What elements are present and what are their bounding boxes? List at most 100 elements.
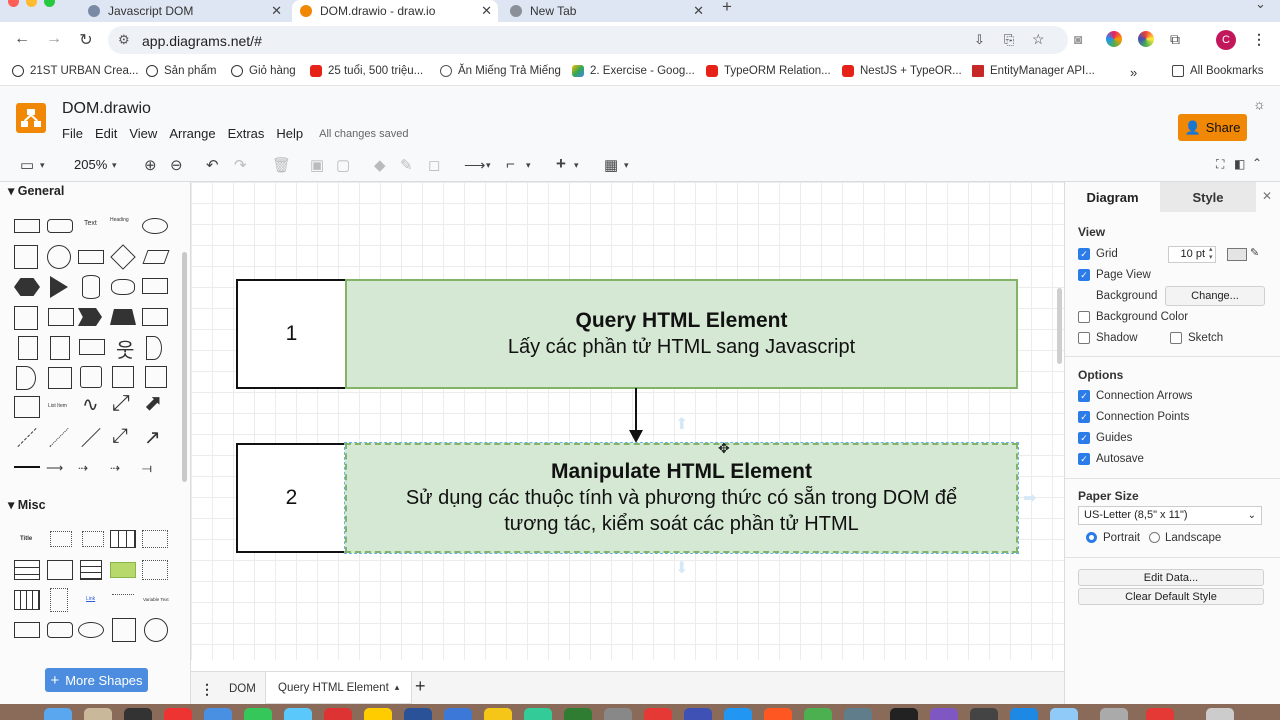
dotted-list-shape[interactable] (50, 588, 68, 612)
app-dock-icon[interactable] (524, 708, 552, 720)
grid-color-swatch[interactable] (1227, 248, 1247, 261)
browser-tab-new-tab[interactable]: New Tab ✕ (510, 0, 710, 22)
bookmark-item[interactable]: Ăn Miếng Trả Miếng (440, 65, 561, 77)
extension-color-icon[interactable] (1106, 31, 1122, 47)
shadow-option[interactable]: Shadow (1078, 332, 1138, 344)
dotted-line-shape[interactable] (49, 427, 69, 448)
table-shape[interactable] (110, 530, 136, 548)
link-text-shape[interactable]: Link (86, 596, 95, 602)
app-dock-icon[interactable] (404, 708, 432, 720)
connector-dashed-shape[interactable]: ⇢ (110, 461, 120, 475)
step-2-number-box[interactable]: 2 (236, 443, 347, 553)
matrix-shape[interactable] (80, 560, 102, 580)
chrome-dock-icon[interactable] (124, 708, 152, 720)
parallelogram-shape[interactable] (142, 250, 170, 264)
trash-dock-icon[interactable] (1206, 708, 1234, 720)
zoom-in-icon[interactable]: ⊕ (144, 156, 157, 174)
zoom-level[interactable]: 205% (74, 157, 107, 172)
format-panel-toggle-icon[interactable]: ▭ (20, 156, 34, 174)
edit-color-icon[interactable]: ✎ (1250, 246, 1259, 259)
app-dock-icon[interactable] (284, 708, 312, 720)
messages-dock-icon[interactable] (244, 708, 272, 720)
chevron-down-icon[interactable]: ▾ (574, 160, 579, 171)
forward-icon[interactable]: → (44, 30, 64, 48)
document-title[interactable]: DOM.drawio (62, 100, 151, 118)
list-item-shape[interactable]: List Item (48, 403, 67, 409)
title-shape[interactable]: Title (20, 536, 32, 542)
triangle-shape[interactable] (50, 276, 68, 298)
redo-icon[interactable]: ↷ (234, 156, 247, 174)
menu-edit[interactable]: Edit (95, 126, 117, 141)
zoom-window-icon[interactable] (44, 0, 55, 7)
autosave-checkbox[interactable]: ✓ (1078, 453, 1090, 465)
launchpad-dock-icon[interactable] (84, 708, 112, 720)
app-dock-icon[interactable] (970, 708, 998, 720)
canvas-vertical-scrollbar[interactable] (1057, 288, 1062, 364)
app-dock-icon[interactable] (764, 708, 792, 720)
connector-diamond-shape[interactable]: ⟞ (142, 461, 152, 476)
shadow-checkbox[interactable] (1078, 332, 1090, 344)
to-back-icon[interactable]: ▢ (336, 156, 350, 174)
terminal-dock-icon[interactable] (890, 708, 918, 720)
chevron-down-icon[interactable]: ▾ (624, 160, 629, 171)
connector-label-shape[interactable]: ⇢ (78, 461, 88, 475)
more-shapes-button[interactable]: + More Shapes (45, 668, 148, 692)
data-storage-shape[interactable] (48, 367, 72, 389)
change-background-button[interactable]: Change... (1165, 286, 1265, 306)
portrait-radio[interactable] (1086, 532, 1097, 543)
columns-shape[interactable] (14, 590, 40, 610)
frame-shape[interactable] (145, 366, 167, 388)
step-1-number-box[interactable]: 1 (236, 279, 347, 389)
app-dock-icon[interactable] (444, 708, 472, 720)
connector-arrow-shape[interactable]: ⟶ (46, 461, 63, 475)
connection-points-option[interactable]: ✓ Connection Points (1078, 411, 1189, 423)
rectangle-misc-shape[interactable] (14, 622, 40, 638)
menu-arrange[interactable]: Arrange (169, 126, 215, 141)
chevron-down-icon[interactable]: ▾ (486, 160, 491, 171)
rounded-misc-shape[interactable] (47, 622, 73, 638)
zoom-out-icon[interactable]: ⊖ (170, 156, 183, 174)
app-dock-icon[interactable] (564, 708, 592, 720)
directional-connector-shape[interactable]: ↗ (144, 425, 161, 450)
connector-arrow[interactable] (627, 388, 645, 444)
variable-text-shape[interactable]: Variable Text (143, 597, 169, 602)
minimize-window-icon[interactable] (26, 0, 37, 7)
internal-storage-shape[interactable] (14, 306, 38, 330)
bookmark-item[interactable]: EntityManager API... (972, 65, 1095, 77)
misc-section-header[interactable]: ▾ Misc (8, 497, 46, 512)
close-window-icon[interactable] (8, 0, 19, 7)
connection-icon[interactable]: ⟶ (464, 156, 486, 174)
app-dock-icon[interactable] (1100, 708, 1128, 720)
curve-shape[interactable]: ∿ (82, 392, 99, 417)
theme-toggle-icon[interactable]: ☼ (1253, 96, 1266, 112)
profile-avatar[interactable]: C (1216, 30, 1236, 50)
background-color-checkbox[interactable] (1078, 311, 1090, 323)
shadow-icon[interactable]: ◻ (428, 156, 440, 174)
callout-shape[interactable] (79, 339, 105, 355)
close-tab-icon[interactable]: ✕ (271, 3, 282, 19)
browser-tab-drawio[interactable]: DOM.drawio - draw.io ✕ (292, 0, 498, 22)
text-shape[interactable]: Text (84, 220, 97, 227)
rounded-rectangle-shape[interactable] (47, 219, 73, 233)
browser-menu-icon[interactable]: ⋮ (1252, 31, 1266, 48)
back-icon[interactable]: ← (12, 30, 32, 48)
fill-color-icon[interactable]: ◆ (374, 156, 386, 174)
textbox-shape[interactable]: Heading (110, 217, 129, 223)
app-dock-icon[interactable] (204, 708, 232, 720)
extension-wheel-icon[interactable] (1138, 31, 1154, 47)
share-button[interactable]: 👤 Share (1178, 114, 1247, 141)
clear-default-style-button[interactable]: Clear Default Style (1078, 588, 1264, 605)
trapezoid-shape[interactable] (110, 309, 136, 325)
ellipse-shape[interactable] (142, 218, 168, 234)
autosave-option[interactable]: ✓ Autosave (1078, 453, 1144, 465)
fullscreen-icon[interactable]: ⛶ (1216, 157, 1224, 172)
bidirectional-connector-shape[interactable]: ⤢ (112, 425, 128, 448)
manual-input-shape[interactable] (80, 366, 102, 388)
app-dock-icon[interactable] (684, 708, 712, 720)
actor-shape[interactable]: 웃 (116, 334, 134, 363)
diamond-shape[interactable] (110, 244, 136, 270)
dashed-line-shape[interactable] (17, 427, 37, 448)
url-text[interactable]: app.diagrams.net/# (142, 33, 262, 49)
container-shape[interactable] (112, 366, 134, 388)
app-dock-icon[interactable] (724, 708, 752, 720)
